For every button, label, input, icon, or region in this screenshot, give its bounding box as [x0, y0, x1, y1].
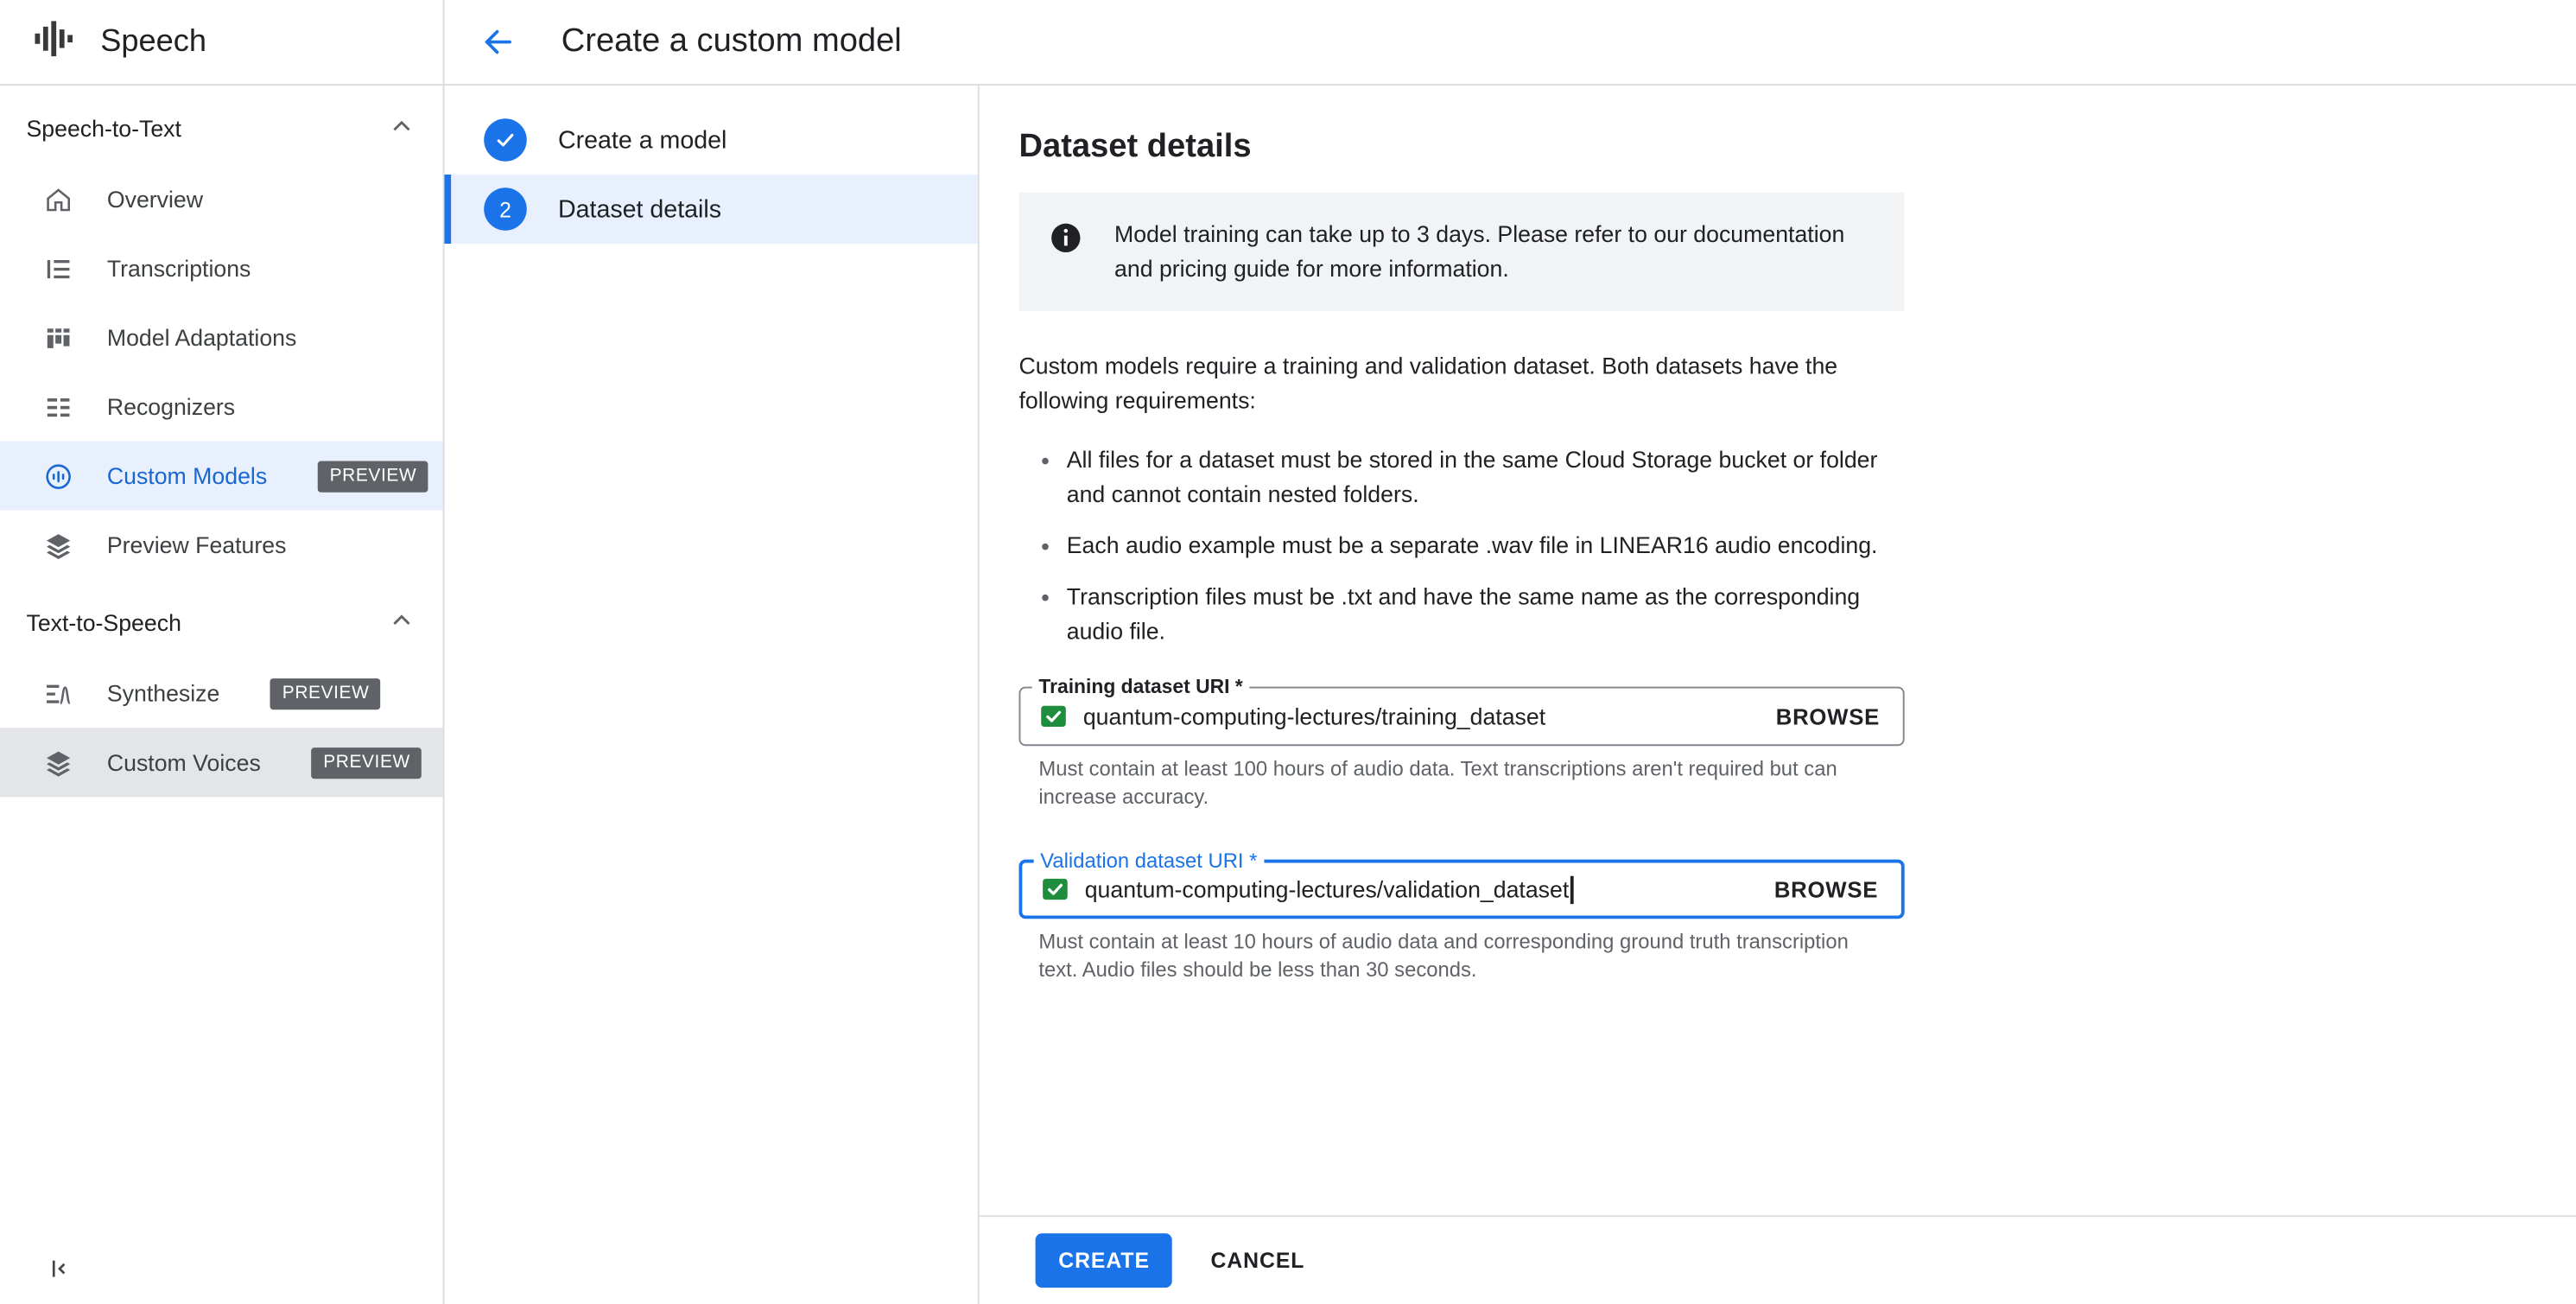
validation-dataset-helper-text: Must contain at least 10 hours of audio … — [1038, 930, 1849, 982]
training-dataset-uri-field[interactable]: Training dataset URI * quantum-computing… — [1018, 675, 1905, 747]
browse-validation-button[interactable]: BROWSE — [1774, 877, 1878, 902]
sidebar-item-preview-features[interactable]: Preview Features — [0, 511, 443, 580]
cancel-button[interactable]: CANCEL — [1191, 1233, 1325, 1288]
sidebar-item-synthesize[interactable]: Synthesize PREVIEW — [0, 658, 443, 728]
section-label: Text-to-Speech — [26, 609, 181, 636]
app-title: Speech — [100, 23, 207, 59]
sidebar-item-label: Custom Voices — [106, 749, 261, 776]
text-cursor — [1570, 875, 1574, 904]
sidebar-item-overview[interactable]: Overview — [0, 165, 443, 234]
training-dataset-uri-value[interactable]: quantum-computing-lectures/training_data… — [1083, 703, 1545, 729]
browse-training-button[interactable]: BROWSE — [1776, 704, 1880, 729]
page-title: Create a custom model — [561, 22, 902, 60]
back-arrow-icon[interactable] — [474, 19, 520, 65]
custom-models-icon — [41, 460, 74, 493]
chevron-up-icon[interactable] — [387, 605, 416, 639]
intro-text: Custom models require a training and val… — [1018, 352, 1838, 414]
dataset-details-panel: Dataset details Model training can take … — [979, 86, 2576, 1216]
action-bar: CREATE CANCEL — [979, 1215, 2576, 1304]
layers-icon — [41, 529, 74, 562]
sidebar-item-model-adaptations[interactable]: Model Adaptations — [0, 303, 443, 372]
sidebar-item-transcriptions[interactable]: Transcriptions — [0, 234, 443, 303]
step-complete-check-icon — [484, 118, 527, 162]
training-dataset-uri-label: Training dataset URI * — [1031, 675, 1250, 698]
requirement-item: All files for a dataset must be stored i… — [1067, 443, 1898, 512]
step-create-a-model[interactable]: Create a model — [444, 105, 977, 175]
sidebar-item-label: Transcriptions — [106, 255, 251, 282]
step-label: Create a model — [557, 125, 727, 155]
requirements-list: All files for a dataset must be stored i… — [1067, 443, 1898, 649]
page-header: Create a custom model — [444, 0, 2576, 86]
sidebar: Speech Speech-to-Text Overview Transcrip… — [0, 0, 445, 1304]
step-number: 2 — [484, 188, 527, 231]
preview-badge: PREVIEW — [270, 677, 381, 709]
model-adaptations-icon — [41, 321, 74, 354]
storage-bucket-check-icon — [1038, 702, 1068, 731]
validation-dataset-uri-value[interactable]: quantum-computing-lectures/validation_da… — [1085, 876, 1570, 902]
info-icon — [1049, 220, 1083, 264]
sidebar-item-label: Preview Features — [106, 531, 287, 558]
section-speech-to-text[interactable]: Speech-to-Text — [0, 92, 443, 165]
app-header: Speech — [0, 0, 443, 86]
validation-dataset-uri-label: Validation dataset URI * — [1033, 849, 1265, 873]
requirement-item: Each audio example must be a separate .w… — [1067, 529, 1898, 563]
sidebar-item-label: Recognizers — [106, 393, 236, 420]
info-banner-text: Model training can take up to 3 days. Pl… — [1114, 220, 1845, 282]
layers-icon — [41, 746, 74, 779]
training-dataset-helper-text: Must contain at least 100 hours of audio… — [1038, 757, 1837, 809]
sidebar-item-label: Overview — [106, 186, 204, 213]
step-dataset-details[interactable]: 2 Dataset details — [444, 174, 978, 245]
info-banner: Model training can take up to 3 days. Pl… — [1018, 192, 1905, 312]
chevron-up-icon[interactable] — [387, 111, 416, 146]
preview-badge: PREVIEW — [318, 460, 428, 492]
sidebar-item-custom-models[interactable]: Custom Models PREVIEW — [0, 441, 443, 511]
sidebar-item-label: Custom Models — [106, 462, 268, 489]
home-icon — [41, 183, 74, 216]
speech-console-page: Speech Speech-to-Text Overview Transcrip… — [0, 0, 2576, 1304]
sidebar-item-label: Synthesize — [106, 679, 220, 707]
create-button[interactable]: CREATE — [1035, 1233, 1173, 1288]
step-label: Dataset details — [557, 194, 722, 224]
storage-bucket-check-icon — [1040, 875, 1069, 904]
preview-badge: PREVIEW — [311, 747, 422, 779]
requirement-item: Transcription files must be .txt and hav… — [1067, 580, 1898, 649]
recognizers-icon — [41, 391, 74, 423]
collapse-sidebar-icon[interactable] — [40, 1250, 76, 1286]
section-text-to-speech[interactable]: Text-to-Speech — [0, 586, 443, 658]
sidebar-item-custom-voices[interactable]: Custom Voices PREVIEW — [0, 728, 443, 798]
validation-dataset-uri-field[interactable]: Validation dataset URI * quantum-computi… — [1018, 849, 1905, 919]
synthesize-icon — [41, 677, 74, 709]
speech-logo-icon — [31, 16, 75, 68]
sidebar-item-recognizers[interactable]: Recognizers — [0, 372, 443, 442]
wizard-steps: Create a model 2 Dataset details — [444, 86, 980, 1304]
sidebar-item-label: Model Adaptations — [106, 324, 297, 351]
section-title: Dataset details — [1018, 128, 1252, 165]
transcriptions-icon — [41, 252, 74, 285]
section-label: Speech-to-Text — [26, 115, 181, 142]
